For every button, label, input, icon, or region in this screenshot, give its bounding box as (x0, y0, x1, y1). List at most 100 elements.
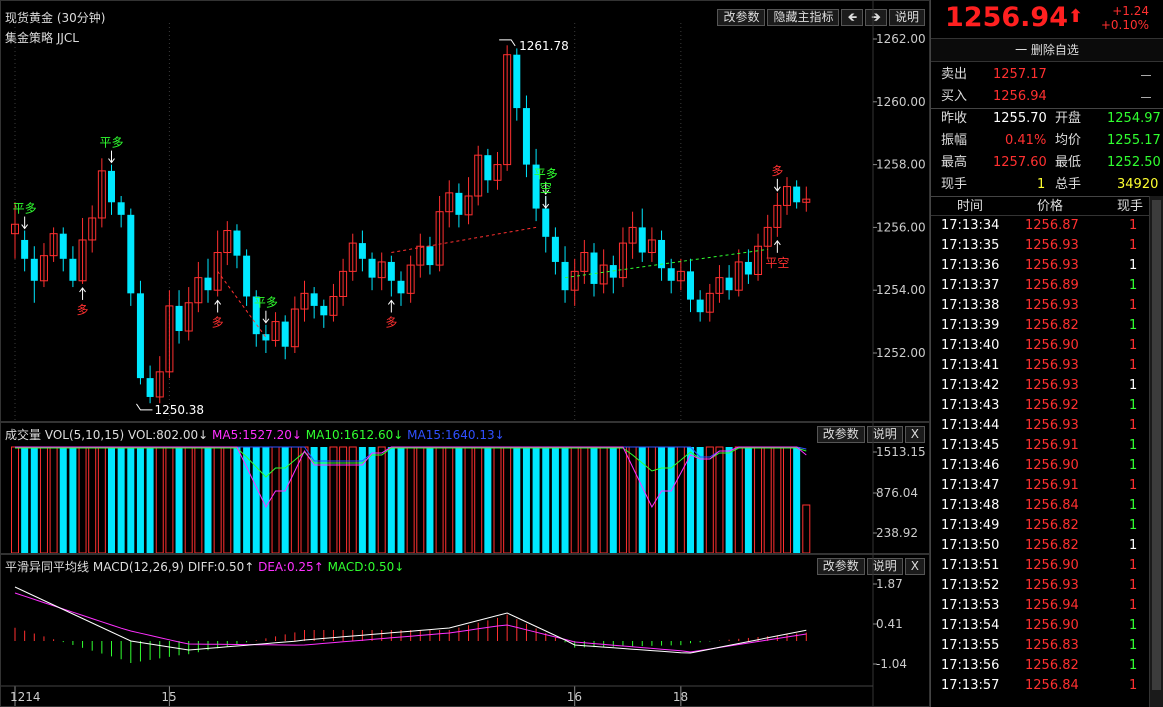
candle-body (638, 227, 646, 253)
high-value: 1257.60 (993, 155, 1047, 170)
volume-bar (281, 447, 289, 553)
macd-panel[interactable]: 平滑异同平均线 MACD(12,26,9) DIFF:0.50↑ DEA:0.2… (0, 554, 930, 707)
tick-row: 17:13:47 1256.91 1 (931, 476, 1149, 496)
candle-body (136, 293, 144, 379)
volume-bar (271, 446, 280, 553)
tick-row: 17:13:43 1256.92 1 (931, 396, 1149, 416)
tick-time: 17:13:49 (941, 518, 1000, 533)
tick-header-price: 价格 (1037, 199, 1064, 214)
volume-bar (532, 447, 540, 553)
volume-tick-label: 238.92 (876, 526, 918, 540)
volume-bar (11, 446, 19, 553)
tick-row: 17:13:50 1256.82 1 (931, 536, 1149, 556)
avg-label: 均价 (1055, 133, 1082, 148)
tick-row: 17:13:41 1256.93 1 (931, 356, 1149, 376)
prev-value: 1255.70 (993, 111, 1047, 126)
candle-body (108, 170, 115, 203)
volume-bar (416, 446, 425, 553)
candle-body (117, 202, 125, 215)
low-label: 最低 (1055, 155, 1082, 170)
volume-bar (117, 447, 125, 553)
sell-label: 卖出 (941, 67, 968, 82)
date-tick-label: 18 (673, 690, 688, 704)
volume-panel[interactable]: 成交量 VOL(5,10,15) VOL:802.00↓ MA5:1527.20… (0, 422, 930, 554)
signal-label: 平多 (534, 167, 558, 181)
tick-time: 17:13:41 (941, 358, 1000, 373)
volume-bar (484, 447, 492, 553)
last-price-value: 1256.94 (945, 2, 1068, 33)
low-marker-label: 1250.38 (154, 403, 204, 417)
tick-price: 1256.84 (1025, 678, 1079, 693)
tick-price: 1256.82 (1025, 518, 1079, 533)
tick-row: 17:13:57 1256.84 1 (931, 676, 1149, 696)
volume-bar (542, 447, 550, 553)
candle-body (233, 230, 241, 256)
tick-row: 17:13:37 1256.89 1 (931, 276, 1149, 296)
scrollbar-thumb[interactable] (1152, 200, 1161, 690)
price-chart[interactable]: 1262.00 1260.00 1258.00 1256.00 1254.00 1252.… (1, 1, 929, 421)
candle-body (127, 214, 135, 294)
candle-body (551, 236, 559, 262)
volume-row: 现手 1 总手 34920 (931, 174, 1163, 196)
last-price: 1256.94⬆ (945, 2, 1083, 33)
volume-bar (725, 447, 733, 553)
sell-row: 卖出 1257.17 (931, 64, 1163, 86)
tick-time: 17:13:36 (941, 258, 1000, 273)
candle-body (204, 277, 212, 291)
tick-time: 17:13:52 (941, 578, 1000, 593)
tick-time: 17:13:45 (941, 438, 1000, 453)
price-change-pct: +0.10% (1100, 18, 1149, 32)
signal-dash-line (391, 226, 537, 254)
tick-qty: 1 (1129, 638, 1138, 653)
tick-price: 1256.83 (1025, 638, 1079, 653)
remove-watchlist-button[interactable]: 一 删除自选 (931, 38, 1163, 62)
open-value: 1254.97 (1107, 111, 1161, 126)
volume-bar (262, 447, 270, 553)
candle-body (320, 305, 328, 316)
tick-header-qty: 现手 (1117, 199, 1144, 214)
volume-bar (493, 446, 502, 553)
candle-body (358, 243, 366, 259)
volume-bar (599, 446, 608, 553)
signal-label: 平多 (100, 136, 124, 150)
volume-bar (30, 447, 38, 553)
volume-bar (252, 447, 260, 553)
tick-price: 1256.93 (1025, 378, 1079, 393)
candle-body (455, 192, 463, 215)
total-label: 总手 (1055, 177, 1082, 192)
tick-scrollbar[interactable] (1149, 196, 1163, 707)
volume-bar (49, 446, 58, 553)
tick-qty: 1 (1129, 678, 1138, 693)
high-row: 最高 1257.60 最低 1252.50 (931, 152, 1163, 174)
candle-body (30, 258, 38, 281)
candle-body (590, 252, 598, 284)
volume-bar (155, 446, 164, 553)
candle-body (561, 261, 569, 291)
tick-price: 1256.92 (1025, 398, 1079, 413)
candle-body (522, 108, 530, 165)
tick-time: 17:13:46 (941, 458, 1000, 473)
signal-label: 平空 (765, 256, 789, 270)
volume-bar (783, 446, 791, 553)
price-panel[interactable]: 现货黄金 (30分钟) 集金策略 JJCL 改参数 隐藏主指标 🡸 🡺 说明 1… (0, 0, 930, 422)
avg-value: 1255.17 (1107, 133, 1161, 148)
macd-chart[interactable]: 1.87 0.41 -1.04 1214 15 16 18 (1, 555, 929, 706)
candle-body (696, 299, 704, 313)
candle-body (243, 255, 251, 297)
candle-body (542, 208, 550, 237)
volume-bar (59, 447, 67, 553)
volume-bar (387, 447, 395, 553)
candle-body (687, 271, 694, 300)
volume-bar (194, 446, 203, 553)
volume-bar (609, 447, 617, 553)
candle-body (397, 280, 405, 294)
tick-row: 17:13:49 1256.82 1 (931, 516, 1149, 536)
tick-row: 17:13:34 1256.87 1 (931, 216, 1149, 236)
volume-bar (290, 446, 299, 553)
buy-value: 1256.94 (993, 89, 1047, 104)
volume-chart[interactable]: 1513.15 876.04 238.92 (1, 423, 929, 553)
tick-time: 17:13:39 (941, 318, 1000, 333)
tick-time: 17:13:56 (941, 658, 1000, 673)
tick-price: 1256.82 (1025, 658, 1079, 673)
price-tick-label: 1258.00 (876, 158, 926, 172)
